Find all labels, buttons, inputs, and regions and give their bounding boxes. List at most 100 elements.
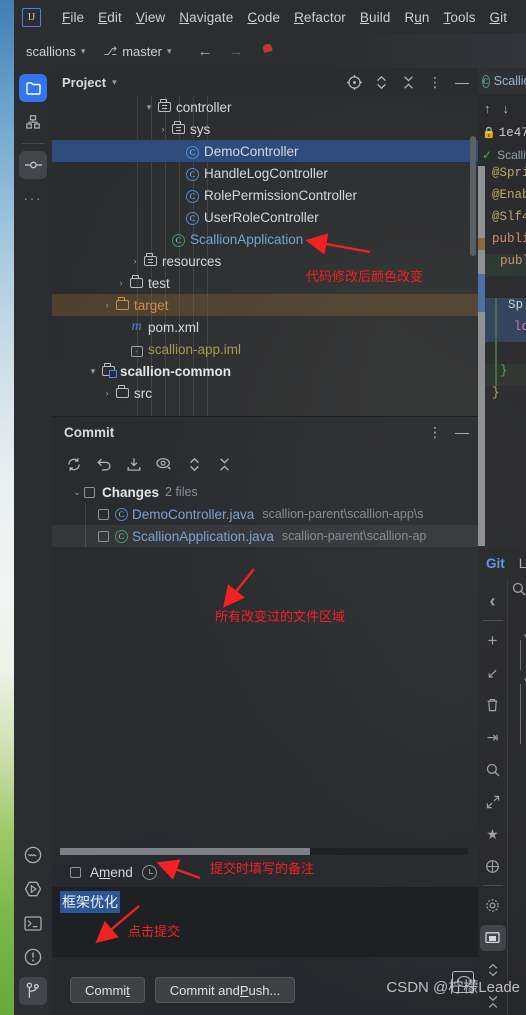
branch-selector[interactable]: ⎇ master ▾ (103, 44, 171, 59)
refresh-changes-icon[interactable] (66, 456, 82, 472)
editor-tab[interactable]: C Scallio (478, 68, 526, 94)
chevron-right-icon[interactable]: › (100, 388, 114, 398)
run-config-icon[interactable] (257, 43, 275, 59)
tree-node[interactable]: › target (52, 294, 478, 316)
shelve-changes-icon[interactable] (126, 456, 142, 472)
file-checkbox[interactable] (98, 530, 109, 542)
git-tab-secondary[interactable]: L (519, 556, 526, 571)
commit-message-input[interactable]: 框架优化 (52, 887, 478, 957)
compare-icon[interactable] (480, 789, 506, 814)
commit-and-push-button[interactable]: Commit and Push... (154, 977, 296, 1003)
sidebar-item-terminal[interactable] (19, 909, 47, 937)
next-occurrence-icon[interactable]: ↓ (503, 101, 510, 116)
changes-list[interactable]: ⌄ Changes 2 files C DemoController.java … (52, 481, 478, 547)
checkout-icon[interactable]: ↙ (480, 660, 506, 685)
menu-build[interactable]: Build (353, 8, 398, 27)
sidebar-item-problems[interactable] (19, 841, 47, 869)
clock-icon[interactable] (141, 864, 157, 880)
menu-refactor[interactable]: Refactor (287, 8, 353, 27)
favorite-icon[interactable]: ★ (480, 822, 506, 847)
project-tree[interactable]: ▾ controller › sys C DemoController C HandleLog… (52, 96, 478, 416)
previous-occurrence-icon[interactable]: ↑ (484, 101, 491, 116)
git-side-toolbar: ‹ + ↙ ⇥ ★ (478, 578, 507, 1015)
sidebar-item-notifications[interactable] (19, 943, 47, 971)
git-log-list[interactable]: ▾ ▾ (507, 578, 526, 1015)
menu-run[interactable]: Run (397, 8, 436, 27)
collapse-all-icon[interactable] (216, 456, 232, 472)
hide-panel-icon[interactable]: — (454, 424, 470, 440)
tree-node[interactable]: m pom.xml (52, 316, 478, 338)
collapse-left-icon[interactable]: ‹ (480, 589, 506, 614)
chevron-right-icon[interactable]: › (100, 300, 114, 310)
tree-node[interactable]: C ScallionApplication (52, 228, 478, 250)
changes-group-row[interactable]: ⌄ Changes 2 files (52, 481, 478, 503)
menu-view[interactable]: View (129, 8, 172, 27)
change-file-path: scallion-parent\scallion-app\s (262, 507, 424, 521)
editor-breadcrumb: ✓ Scalli (478, 144, 526, 166)
tree-node[interactable]: C DemoController (52, 140, 478, 162)
add-icon[interactable]: + (480, 628, 506, 653)
options-menu-icon[interactable]: ⋮ (427, 424, 443, 440)
tree-node[interactable]: › sys (52, 118, 478, 140)
amend-checkbox[interactable] (70, 866, 81, 878)
chevron-right-icon[interactable]: › (156, 124, 170, 134)
editor-gutter-scrollbar[interactable] (478, 166, 485, 546)
editor-revision: 1e475 (498, 126, 526, 140)
tree-node-label: scallion-common (120, 363, 232, 379)
tree-node[interactable]: ▾ scallion-common (52, 360, 478, 382)
options-menu-icon[interactable]: ⋮ (427, 74, 443, 90)
collapse-all-icon[interactable] (400, 74, 416, 90)
sidebar-item-structure[interactable] (19, 108, 47, 136)
settings-icon[interactable] (480, 893, 506, 918)
java-class-icon: C (184, 143, 201, 159)
file-checkbox[interactable] (98, 508, 109, 520)
tree-node[interactable]: › src (52, 382, 478, 404)
search-icon[interactable] (480, 757, 506, 782)
project-selector[interactable]: scallions ▾ (26, 44, 85, 59)
chevron-down-icon[interactable]: ▾ (86, 366, 100, 377)
show-diff-icon[interactable] (156, 456, 172, 472)
chevron-right-icon[interactable]: › (114, 278, 128, 288)
tree-node[interactable]: C HandleLogController (52, 162, 478, 184)
tree-node[interactable]: - scallion-app.iml (52, 338, 478, 360)
menu-file[interactable]: File (55, 8, 91, 27)
commit-button[interactable]: Commi t (70, 977, 145, 1003)
select-opened-file-icon[interactable] (346, 74, 362, 90)
sidebar-item-run[interactable] (19, 875, 47, 903)
chevron-down-icon[interactable]: ⌄ (70, 487, 84, 498)
rollback-icon[interactable] (96, 456, 112, 472)
search-icon[interactable] (512, 582, 526, 599)
navigate-back-button[interactable]: ← (189, 43, 220, 60)
git-tab-log[interactable]: Git (486, 556, 505, 571)
expand-collapse-icon[interactable] (373, 74, 389, 90)
changes-group-checkbox[interactable] (84, 486, 95, 498)
sidebar-item-git[interactable] (19, 977, 47, 1005)
menu-git[interactable]: Git (483, 8, 515, 27)
menu-navigate[interactable]: Navigate (172, 8, 240, 27)
chevron-down-icon[interactable]: ▾ (112, 77, 117, 88)
menu-edit[interactable]: Edit (91, 8, 129, 27)
chevron-right-icon[interactable]: › (128, 256, 142, 266)
open-folder-icon[interactable] (479, 925, 506, 951)
delete-icon[interactable] (480, 693, 506, 718)
rebase-icon[interactable]: ⇥ (480, 725, 506, 750)
navigate-forward-button[interactable]: → (220, 43, 251, 60)
hide-panel-icon[interactable]: — (454, 74, 470, 90)
chevron-down-icon[interactable]: ▾ (142, 102, 156, 113)
project-tree-scrollbar[interactable] (470, 136, 476, 256)
project-panel-header: Project ▾ ⋮ — (52, 68, 478, 96)
tree-node[interactable]: ▾ controller (52, 96, 478, 118)
sidebar-item-commit[interactable] (19, 151, 47, 179)
sidebar-item-more[interactable]: ··· (19, 185, 47, 213)
menu-tools[interactable]: Tools (437, 8, 483, 27)
sidebar-item-project[interactable] (19, 74, 47, 102)
target-icon[interactable] (480, 854, 506, 879)
commit-horizontal-scrollbar[interactable] (60, 848, 468, 855)
change-file-row[interactable]: C ScallionApplication.java scallion-pare… (52, 525, 478, 547)
menu-code[interactable]: Code (240, 8, 287, 27)
tree-node[interactable]: C RolePermissionController (52, 184, 478, 206)
tree-node[interactable]: C UserRoleController (52, 206, 478, 228)
change-file-row[interactable]: C DemoController.java scallion-parent\sc… (52, 503, 478, 525)
editor-code-area[interactable]: @Sprin @Enabl @Slf4j public publ Sp lo }… (478, 166, 526, 546)
expand-collapse-icon[interactable] (186, 456, 202, 472)
